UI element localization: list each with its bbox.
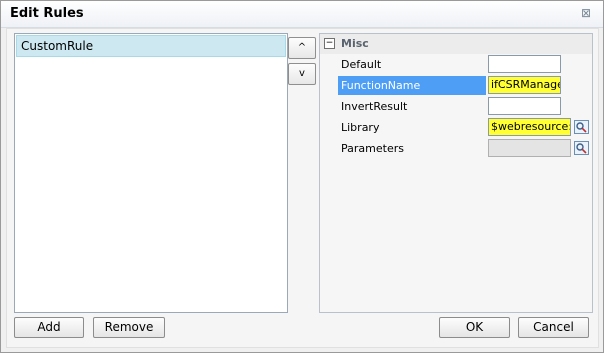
rule-item[interactable]: CustomRule xyxy=(16,35,286,57)
magnifier-icon xyxy=(576,143,587,154)
property-name-library[interactable]: Library xyxy=(338,118,486,137)
property-grid: − Misc Default FunctionName ifCSRManager… xyxy=(319,33,593,313)
close-icon[interactable]: ⊠ xyxy=(581,6,591,20)
property-value-default[interactable] xyxy=(488,55,561,73)
ok-button[interactable]: OK xyxy=(439,317,510,338)
category-label: Misc xyxy=(341,37,369,50)
property-value-library[interactable]: $webresource:ne xyxy=(488,118,571,136)
cancel-button[interactable]: Cancel xyxy=(518,317,589,338)
library-lookup-button[interactable] xyxy=(574,120,589,134)
add-button[interactable]: Add xyxy=(14,317,84,338)
property-name-default[interactable]: Default xyxy=(338,55,486,74)
move-down-button[interactable]: v xyxy=(288,63,316,85)
rule-item-label: CustomRule xyxy=(21,39,94,53)
dialog-title: Edit Rules xyxy=(10,6,84,21)
title-bar: Edit Rules ⊠ xyxy=(1,1,603,28)
collapse-icon[interactable]: − xyxy=(324,38,335,49)
parameters-lookup-button[interactable] xyxy=(574,141,589,155)
property-name-parameters[interactable]: Parameters xyxy=(338,139,486,158)
property-value-parameters[interactable] xyxy=(488,139,571,157)
remove-button[interactable]: Remove xyxy=(93,317,165,338)
move-up-button[interactable]: ^ xyxy=(288,37,316,59)
category-row[interactable]: − Misc xyxy=(320,34,592,54)
property-value-functionname[interactable]: ifCSRManager xyxy=(488,76,561,94)
magnifier-icon xyxy=(576,122,587,133)
rules-list[interactable]: CustomRule xyxy=(14,33,288,313)
property-value-invertresult[interactable] xyxy=(488,97,561,115)
property-name-functionname[interactable]: FunctionName xyxy=(338,76,486,95)
property-name-invertresult[interactable]: InvertResult xyxy=(338,97,486,116)
